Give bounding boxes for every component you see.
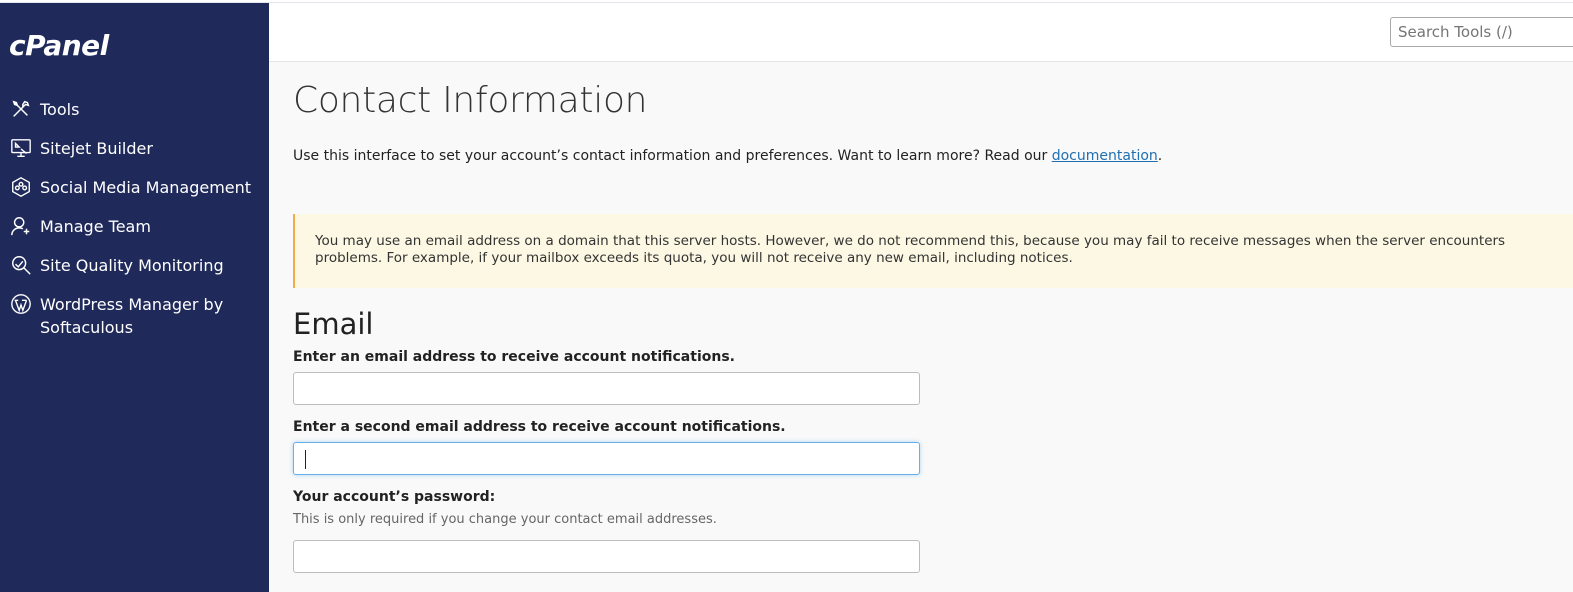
- password-field[interactable]: [293, 540, 920, 573]
- manage-team-icon: [9, 214, 33, 238]
- email1-field[interactable]: [293, 372, 920, 405]
- text-caret: [305, 450, 306, 469]
- sidebar-item-tools[interactable]: Tools: [0, 91, 269, 130]
- password-label: Your account’s password:: [293, 489, 496, 505]
- site-quality-icon: [9, 253, 33, 277]
- top-header: [269, 3, 1573, 62]
- sidebar-item-label: Site Quality Monitoring: [40, 256, 224, 275]
- sidebar-item-site-quality[interactable]: Site Quality Monitoring: [0, 247, 269, 286]
- documentation-link[interactable]: documentation: [1052, 148, 1158, 164]
- email2-label: Enter a second email address to receive …: [293, 419, 786, 435]
- warning-alert: You may use an email address on a domain…: [293, 214, 1573, 288]
- password-help-text: This is only required if you change your…: [293, 512, 717, 527]
- sidebar-item-label: WordPress Manager by Softaculous: [40, 295, 224, 337]
- tools-icon: [9, 97, 33, 121]
- intro-period: .: [1157, 148, 1163, 164]
- email2-field[interactable]: [293, 442, 920, 475]
- intro-text: Use this interface to set your account’s…: [293, 148, 1162, 164]
- search-tools-input[interactable]: [1390, 17, 1573, 47]
- intro-body: Use this interface to set your account’s…: [293, 148, 1052, 164]
- sidebar-item-sitejet[interactable]: Sitejet Builder: [0, 130, 269, 169]
- alert-text: You may use an email address on a domain…: [315, 233, 1506, 266]
- sidebar-item-manage-team[interactable]: Manage Team: [0, 208, 269, 247]
- sidebar-item-wordpress[interactable]: WordPress Manager by Softaculous: [0, 286, 269, 342]
- wordpress-icon: [9, 292, 33, 316]
- sitejet-icon: [9, 136, 33, 160]
- email-section-title: Email: [293, 307, 374, 341]
- sidebar-nav: Tools Sitejet Builder Social Media Manag…: [0, 91, 269, 342]
- social-media-icon: [9, 175, 33, 199]
- email1-label: Enter an email address to receive accoun…: [293, 349, 735, 365]
- sidebar-item-label: Manage Team: [40, 217, 151, 236]
- sidebar-item-label: Social Media Management: [40, 178, 252, 197]
- cpanel-logo[interactable]: cPanel: [9, 29, 109, 62]
- sidebar: cPanel Tools Sitejet Builder Social Medi…: [0, 3, 269, 592]
- sidebar-item-label: Sitejet Builder: [40, 139, 153, 158]
- sidebar-item-label: Tools: [40, 100, 80, 119]
- page-title: Contact Information: [293, 80, 648, 121]
- sidebar-item-social-media[interactable]: Social Media Management: [0, 169, 269, 208]
